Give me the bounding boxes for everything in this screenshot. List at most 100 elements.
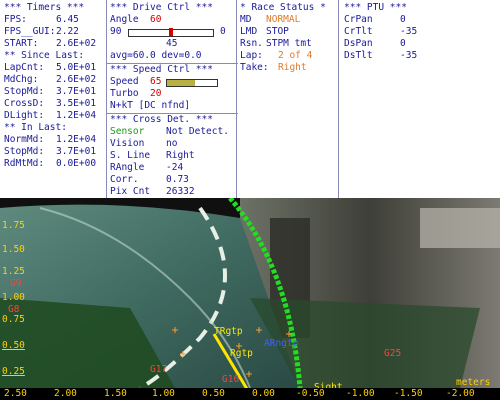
marker-label: G25	[384, 348, 402, 359]
mdchg-label: MdChg:	[4, 74, 39, 85]
crtilt-label: CrTlt	[344, 26, 373, 37]
drive-section: *** Drive Ctrl *** Angle 60 90 0 45 avg=6…	[106, 2, 238, 198]
x-tick: -1.50	[394, 388, 423, 399]
x-tick: 1.50	[104, 388, 127, 399]
telemetry-panel: *** Timers *** FPS: 6.45 FPS__GUI: 2.22 ST…	[0, 0, 500, 198]
x-tick: -2.00	[446, 388, 475, 399]
units-label: meters	[456, 377, 491, 388]
rdmtmd-value: 0.0E+00	[56, 158, 97, 169]
since-last-header: ** Since Last:	[4, 50, 85, 61]
x-tick: 2.00	[54, 388, 77, 399]
ptu-header: *** PTU ***	[344, 2, 407, 13]
lmd-label: LMD	[240, 26, 258, 37]
lap-value: 2 of 4	[278, 50, 313, 61]
y-tick: 1.25	[2, 266, 25, 277]
md-label: MD	[240, 14, 252, 25]
avg-line: avg=60.0 dev=0.0	[110, 50, 202, 61]
x-tick: 1.00	[152, 388, 175, 399]
marker-label: G8	[8, 304, 20, 315]
mdchg-value: 2.6E+02	[56, 74, 97, 85]
race-status-section: * Race Status * MD NORMAL LMD STOP Rsn. STP…	[240, 2, 336, 74]
x-tick: 0.50	[202, 388, 225, 399]
vision-label: Vision	[110, 138, 145, 149]
dspan-value: 0	[400, 38, 406, 49]
marker-label: ARngtp	[264, 338, 299, 349]
speed-header: *** Speed Ctrl ***	[110, 64, 213, 75]
rangle-value: -24	[166, 162, 184, 173]
marker-label: TRgtp	[214, 326, 243, 337]
corr-value: 0.73	[166, 174, 189, 185]
marker-label: Rgtp	[230, 348, 253, 359]
room-background	[420, 208, 500, 248]
ptu-section: *** PTU *** CrPan 0 CrTlt -35 DsPan 0 DsTlt…	[344, 2, 444, 62]
rdmtmd-label: RdMtMd:	[4, 158, 45, 169]
drive-header: *** Drive Ctrl ***	[110, 2, 213, 13]
angle-slider[interactable]	[128, 28, 214, 37]
fps-gui-value: 2.22	[56, 26, 79, 37]
y-tick: 1.75	[2, 220, 25, 231]
divider	[338, 0, 339, 198]
speed-bar-fill	[167, 80, 195, 86]
take-label: Take:	[240, 62, 269, 73]
angle-value: 60	[150, 14, 162, 25]
sensor-label: Sensor	[110, 126, 145, 137]
race-status-header: * Race Status *	[240, 2, 326, 13]
rsn-label: Rsn.	[240, 38, 263, 49]
x-tick: 0.00	[252, 388, 275, 399]
y-tick: 1.50	[2, 244, 25, 255]
camera-view: 1.75 1.50 1.25 1.00 0.75 0.50 0.25 G9 G8…	[0, 198, 500, 400]
sensor-value: Not Detect.	[166, 126, 229, 137]
lapcnt-value: 5.0E+01	[56, 62, 97, 73]
dlight-value: 1.2E+04	[56, 110, 97, 121]
lapcnt-label: LapCnt:	[4, 62, 45, 73]
angle-label: Angle	[110, 14, 139, 25]
x-axis-bar: 2.50 2.00 1.50 1.00 0.50 0.00 -0.50 -1.0…	[0, 388, 500, 400]
sline-label: S. Line	[110, 150, 151, 161]
turbo-value: 20	[150, 88, 162, 99]
y-tick: 0.50	[2, 340, 25, 351]
divider	[106, 0, 107, 198]
marker-label: G17	[150, 364, 168, 375]
pixcnt-label: Pix Cnt	[110, 186, 151, 197]
speed-value: 65	[150, 76, 162, 87]
md-value: NORMAL	[266, 14, 301, 25]
vision-value: no	[166, 138, 178, 149]
fps-value: 6.45	[56, 14, 79, 25]
speed-bar	[166, 79, 218, 87]
y-tick: 0.25	[2, 366, 25, 377]
timers-header: *** Timers ***	[4, 2, 85, 13]
speed-label: Speed	[110, 76, 139, 87]
stopmd2-label: StopMd:	[4, 146, 45, 157]
angle-slider-row: 90 0	[110, 26, 234, 38]
slider-left-label: 90	[110, 26, 122, 37]
y-tick: 0.75	[2, 314, 25, 325]
fps-label: FPS:	[4, 14, 27, 25]
stopmd-label: StopMd:	[4, 86, 45, 97]
normmd-value: 1.2E+04	[56, 134, 97, 145]
rsn-value: STPM tmt	[266, 38, 312, 49]
dlight-label: DLight:	[4, 110, 45, 121]
dstilt-label: DsTlt	[344, 50, 373, 61]
rangle-label: RAngle	[110, 162, 145, 173]
crtilt-value: -35	[400, 26, 418, 37]
fps-gui-label: FPS__GUI:	[4, 26, 56, 37]
crossd-value: 3.5E+01	[56, 98, 97, 109]
take-value: Right	[278, 62, 307, 73]
stopmd-value: 3.7E+01	[56, 86, 97, 97]
dstilt-value: -35	[400, 50, 418, 61]
lap-label: Lap:	[240, 50, 263, 61]
stopmd2-value: 3.7E+01	[56, 146, 97, 157]
crossd-label: CrossD:	[4, 98, 45, 109]
angle-slider-thumb[interactable]	[169, 28, 173, 36]
crpan-label: CrPan	[344, 14, 373, 25]
sline-value: Right	[166, 150, 195, 161]
y-tick: 1.00	[2, 292, 25, 303]
start-label: START:	[4, 38, 39, 49]
x-tick: -1.00	[346, 388, 375, 399]
marker-label: G9	[10, 278, 22, 289]
start-value: 2.6E+02	[56, 38, 97, 49]
lmd-value: STOP	[266, 26, 289, 37]
pixcnt-value: 26332	[166, 186, 195, 197]
cross-det-header: *** Cross Det. ***	[110, 114, 213, 125]
divider	[236, 0, 237, 198]
